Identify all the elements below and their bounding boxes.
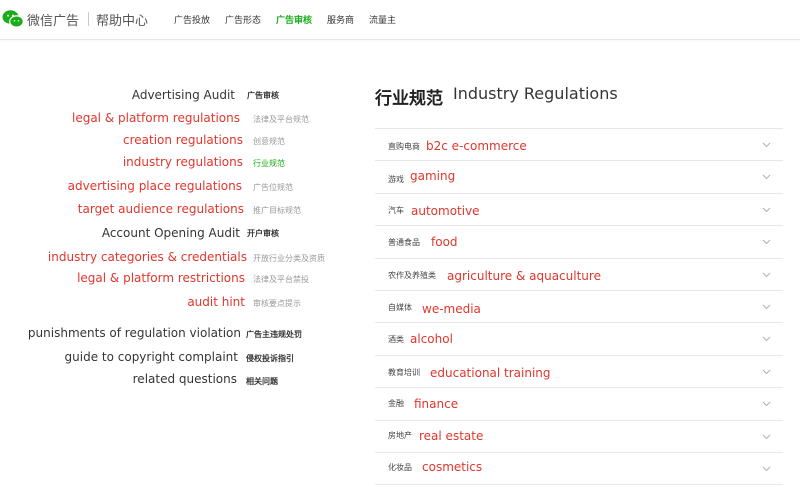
sidebar-item-cn-label: 审核要点提示: [253, 299, 301, 308]
row-cn-label: 酒类: [388, 335, 404, 345]
sidebar-item-label: Account Opening Audit: [101, 226, 240, 240]
sidebar-item-cn-label: 推广目标规范: [253, 206, 301, 215]
nav-ad-placement[interactable]: 广告投放: [174, 13, 210, 26]
accordion-row-agriculture[interactable]: 农作及养殖类 agriculture & aquaculture: [375, 257, 783, 290]
accordion-row-finance[interactable]: 金融 finance: [375, 387, 783, 419]
chevron-down-icon[interactable]: [762, 401, 771, 407]
row-en-label: finance: [414, 397, 459, 412]
row-cn-label: 农作及养殖类: [388, 270, 436, 280]
chevron-down-icon[interactable]: [762, 434, 771, 440]
accordion-row-b2c-ecommerce[interactable]: 直购电商 b2c e-commerce: [375, 128, 783, 160]
chevron-down-icon[interactable]: [762, 142, 771, 148]
row-en-label: educational training: [430, 365, 551, 380]
top-header: 微信广告 帮助中心 广告投放 广告形态 广告审核 服务商 流量主: [0, 0, 800, 40]
row-en-label: food: [431, 235, 458, 250]
page-title-en: Industry Regulations: [453, 84, 618, 103]
brand-name[interactable]: 微信广告: [27, 10, 79, 29]
sidebar-item-cn-label: 侵权投诉指引: [246, 354, 294, 363]
chevron-down-icon[interactable]: [762, 466, 771, 472]
chevron-down-icon[interactable]: [762, 272, 771, 278]
row-cn-label: 化妆品: [388, 462, 412, 472]
sidebar-item-label: Advertising Audit: [131, 88, 235, 102]
chevron-down-icon[interactable]: [762, 369, 771, 375]
sidebar-item-cn-label: 广告位规范: [253, 183, 293, 192]
sidebar-item-legal-platform-regulations[interactable]: legal & platform regulations 法律及平台规范: [0, 111, 800, 127]
chevron-down-icon[interactable]: [762, 207, 771, 213]
sidebar-item-label: industry categories & credentials: [47, 250, 247, 264]
wechat-logo-icon: [2, 10, 24, 28]
header-divider: [88, 12, 89, 26]
page-title-cn: 行业规范: [375, 89, 443, 109]
row-en-label: real estate: [419, 428, 484, 443]
sidebar-item-cn-label: 行业规范: [253, 159, 285, 168]
chevron-down-icon[interactable]: [762, 304, 771, 310]
sidebar-item-label: legal & platform restrictions: [77, 271, 245, 285]
accordion-row-cosmetics[interactable]: 化妆品 cosmetics: [375, 451, 783, 484]
row-cn-label: 普通食品: [388, 238, 420, 248]
sidebar-item-label: legal & platform regulations: [71, 111, 240, 125]
accordion-row-we-media[interactable]: 自媒体 we-media: [375, 289, 783, 322]
chevron-down-icon[interactable]: [762, 239, 771, 245]
row-cn-label: 金融: [388, 399, 404, 409]
row-cn-label: 教育培训: [388, 367, 420, 377]
sidebar-item-cn-label: 广告主违规处罚: [246, 330, 302, 339]
nav-ad-formats[interactable]: 广告形态: [225, 13, 261, 26]
row-en-label: agriculture & aquaculture: [447, 268, 601, 283]
row-en-label: cosmetics: [422, 459, 483, 474]
row-en-label: alcohol: [410, 332, 453, 347]
row-cn-label: 自媒体: [388, 302, 412, 312]
accordion-row-gaming[interactable]: 游戏 gaming: [375, 160, 783, 192]
row-cn-label: 游戏: [388, 175, 404, 185]
accordion-row-real-estate[interactable]: 房地产 real estate: [375, 419, 783, 452]
help-center-title[interactable]: 帮助中心: [96, 10, 148, 29]
sidebar-item-label: advertising place regulations: [67, 179, 242, 193]
sidebar-item-cn-label: 广告审核: [247, 91, 279, 100]
chevron-down-icon[interactable]: [762, 336, 771, 342]
nav-traffic-owners[interactable]: 流量主: [369, 13, 396, 26]
sidebar-item-cn-label: 法律及平台规范: [253, 115, 309, 124]
industry-accordion-list: 直购电商 b2c e-commerce 游戏 gaming 汽车 automot…: [375, 128, 783, 486]
sidebar-item-label: industry regulations: [122, 155, 243, 169]
sidebar-item-cn-label: 法律及平台禁投: [253, 275, 309, 284]
accordion-row-alcohol[interactable]: 酒类 alcohol: [375, 322, 783, 354]
sidebar-item-cn-label: 开户审核: [247, 229, 279, 238]
row-en-label: automotive: [411, 203, 480, 218]
nav-ad-audit[interactable]: 广告审核: [276, 13, 312, 26]
sidebar-item-label: punishments of regulation violation: [27, 326, 241, 340]
row-cn-label: 直购电商: [388, 142, 420, 151]
row-cn-label: 汽车: [388, 205, 404, 215]
list-bottom-border: [375, 484, 783, 486]
nav-service-providers[interactable]: 服务商: [327, 13, 354, 26]
sidebar-item-label: creation regulations: [122, 133, 243, 147]
accordion-row-automotive[interactable]: 汽车 automotive: [375, 192, 783, 225]
row-en-label: we-media: [422, 301, 481, 316]
sidebar-item-label: target audience regulations: [77, 202, 244, 216]
row-cn-label: 房地产: [388, 430, 412, 440]
sidebar-item-cn-label: 创意规范: [253, 137, 285, 146]
sidebar-item-label: audit hint: [187, 295, 245, 309]
sidebar-item-cn-label: 开放行业分类及资质: [253, 254, 325, 263]
row-en-label: gaming: [410, 169, 456, 184]
sidebar-item-label: related questions: [132, 372, 237, 386]
row-en-label: b2c e-commerce: [426, 139, 527, 153]
accordion-row-food[interactable]: 普通食品 food: [375, 225, 783, 257]
sidebar-item-label: guide to copyright complaint: [64, 350, 238, 364]
sidebar-item-cn-label: 相关问题: [246, 377, 278, 386]
chevron-down-icon[interactable]: [762, 174, 771, 180]
accordion-row-educational-training[interactable]: 教育培训 educational training: [375, 354, 783, 387]
